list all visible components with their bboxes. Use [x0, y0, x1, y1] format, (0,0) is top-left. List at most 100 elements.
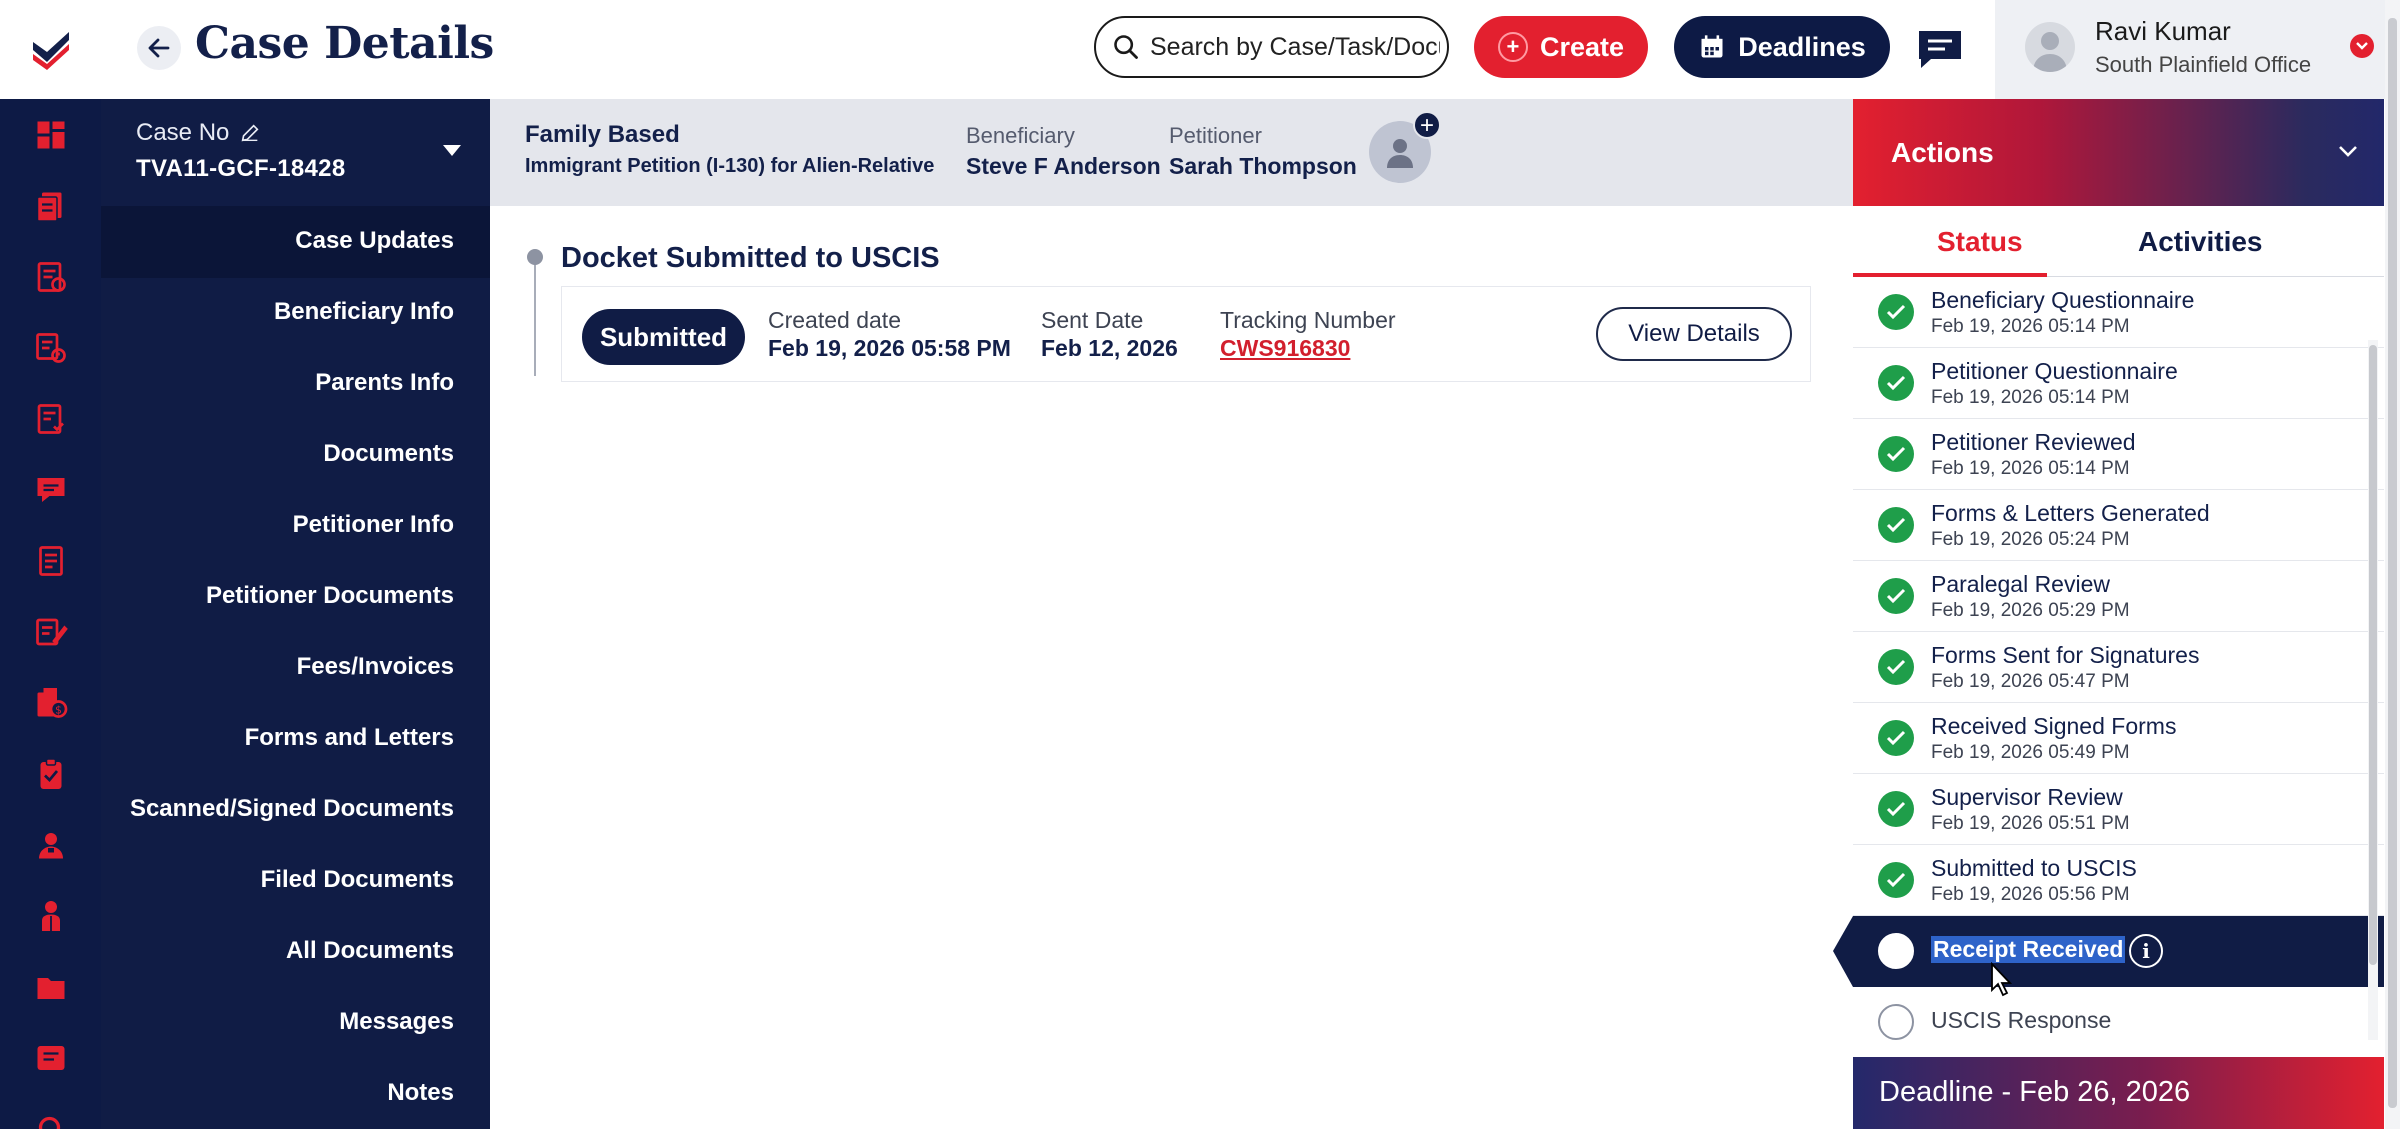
chevron-down-icon[interactable] — [2350, 34, 2374, 58]
status-step[interactable]: Submitted to USCIS Feb 19, 2026 05:56 PM — [1853, 845, 2384, 916]
status-step-date: Feb 19, 2026 05:49 PM — [1931, 742, 2130, 763]
check-circle-icon — [1878, 507, 1914, 543]
status-step[interactable]: Received Signed Forms Feb 19, 2026 05:49… — [1853, 703, 2384, 774]
clipboard-icon[interactable] — [0, 738, 101, 809]
app-logo[interactable] — [0, 0, 101, 99]
forms-icon[interactable] — [0, 596, 101, 667]
create-button[interactable]: + Create — [1474, 16, 1648, 78]
case-form: Immigrant Petition (I-130) for Alien-Rel… — [525, 155, 935, 177]
nav-item-filed-documents[interactable]: Filed Documents — [261, 866, 454, 894]
chevron-down-icon[interactable] — [2337, 143, 2359, 159]
status-step-title: USCIS Response — [1931, 1007, 2112, 1033]
caret-down-icon[interactable] — [443, 145, 461, 156]
search-icon[interactable] — [0, 1093, 101, 1129]
timeline-line — [534, 256, 536, 376]
tab-activities[interactable]: Activities — [2138, 226, 2263, 258]
top-header: Case Details + Create Deadlines Ravi Kum… — [101, 0, 2400, 99]
person-icon — [1387, 139, 1413, 168]
tracking-number-link[interactable]: CWS916830 — [1220, 335, 1350, 362]
nav-item-petitioner-documents[interactable]: Petitioner Documents — [206, 582, 454, 610]
nav-item-petitioner-info[interactable]: Petitioner Info — [293, 511, 454, 539]
case-no-label-wrap: Case No — [136, 119, 261, 147]
status-step[interactable]: Beneficiary Questionnaire Feb 19, 2026 0… — [1853, 277, 2384, 348]
status-step[interactable]: Petitioner Questionnaire Feb 19, 2026 05… — [1853, 348, 2384, 419]
nav-item-fees-invoices[interactable]: Fees/Invoices — [297, 653, 454, 681]
search-input[interactable] — [1150, 32, 1440, 62]
deadline-text: Deadline - Feb 26, 2026 — [1879, 1076, 2191, 1108]
cases-icon[interactable] — [0, 170, 101, 241]
nav-item-forms-and-letters[interactable]: Forms and Letters — [245, 724, 454, 752]
dashboard-icon[interactable] — [0, 99, 101, 170]
edit-icon[interactable] — [239, 122, 261, 144]
view-details-button[interactable]: View Details — [1596, 307, 1792, 361]
nav-item-case-updates[interactable]: Case Updates — [295, 227, 454, 255]
deadlines-label: Deadlines — [1738, 31, 1866, 62]
nav-item-messages[interactable]: Messages — [339, 1008, 454, 1036]
nav-item-scanned-signed-documents[interactable]: Scanned/Signed Documents — [130, 795, 454, 823]
docket-title: Docket Submitted to USCIS — [561, 242, 940, 274]
nav-item-notes[interactable]: Notes — [387, 1079, 454, 1107]
status-step-title: Submitted to USCIS — [1931, 855, 2137, 881]
deadlines-button[interactable]: Deadlines — [1674, 16, 1890, 78]
plus-icon: + — [1413, 111, 1441, 139]
check-circle-icon — [1878, 862, 1914, 898]
info-icon[interactable]: i — [2129, 934, 2163, 968]
tasks-icon[interactable] — [0, 312, 101, 383]
chat-button[interactable] — [1914, 26, 1966, 72]
status-step-title: Supervisor Review — [1931, 784, 2123, 810]
status-step[interactable]: Petitioner Reviewed Feb 19, 2026 05:14 P… — [1853, 419, 2384, 490]
status-step[interactable]: Forms Sent for Signatures Feb 19, 2026 0… — [1853, 632, 2384, 703]
avatar — [2025, 22, 2075, 72]
empty-circle-icon — [1878, 1004, 1914, 1040]
icon-rail: $ — [0, 0, 101, 1129]
user-menu[interactable]: Ravi Kumar South Plainfield Office — [1995, 0, 2400, 99]
case-updates-panel: Docket Submitted to USCIS Submitted Crea… — [490, 206, 1853, 1129]
person-icon[interactable] — [0, 880, 101, 951]
case-type: Family Based — [525, 121, 680, 148]
add-contact-button[interactable]: + — [1369, 111, 1441, 183]
status-step[interactable]: Paralegal Review Feb 19, 2026 05:29 PM — [1853, 561, 2384, 632]
empty-circle-icon — [1878, 933, 1914, 969]
user-icon[interactable] — [0, 809, 101, 880]
status-step[interactable]: Supervisor Review Feb 19, 2026 05:51 PM — [1853, 774, 2384, 845]
petitioner-name: Sarah Thompson — [1169, 153, 1357, 179]
status-badge: Submitted — [582, 309, 745, 365]
user-avatar-icon — [2033, 32, 2067, 72]
back-button[interactable] — [137, 26, 181, 70]
nav-item-parents-info[interactable]: Parents Info — [315, 369, 454, 397]
tab-status[interactable]: Status — [1937, 226, 2023, 258]
sent-date-value: Feb 12, 2026 — [1041, 335, 1178, 361]
notes-icon[interactable] — [0, 1022, 101, 1093]
tracking-number-label: Tracking Number — [1220, 307, 1396, 333]
status-scrollbar-thumb[interactable] — [2369, 345, 2377, 965]
global-search[interactable] — [1094, 16, 1449, 78]
case-list-icon[interactable] — [0, 241, 101, 312]
check-circle-icon — [1878, 365, 1914, 401]
case-number: TVA11-GCF-18428 — [136, 155, 346, 182]
actions-title: Actions — [1891, 137, 1994, 168]
status-step[interactable]: Forms & Letters Generated Feb 19, 2026 0… — [1853, 490, 2384, 561]
case-no-label: Case No — [136, 119, 230, 146]
status-steps-list: Beneficiary Questionnaire Feb 19, 2026 0… — [1833, 277, 2384, 1058]
check-circle-icon — [1878, 436, 1914, 472]
messages-icon[interactable] — [0, 454, 101, 525]
create-label: Create — [1539, 31, 1625, 62]
case-selector[interactable]: Case No TVA11-GCF-18428 — [101, 99, 490, 206]
current-step-pointer — [1833, 916, 1853, 987]
status-step[interactable]: USCIS Response — [1853, 987, 2384, 1058]
petitioner-label: Petitioner — [1169, 123, 1262, 148]
actions-header[interactable]: Actions — [1853, 99, 2384, 206]
status-step-title: Forms Sent for Signatures — [1931, 642, 2200, 668]
documents-icon[interactable] — [0, 525, 101, 596]
status-step-current[interactable]: Receipt Received i — [1833, 916, 2384, 987]
beneficiary-name: Steve F Anderson — [966, 153, 1161, 179]
status-step-date: Feb 19, 2026 05:29 PM — [1931, 600, 2130, 621]
nav-item-documents[interactable]: Documents — [323, 440, 454, 468]
folder-icon[interactable] — [0, 951, 101, 1022]
page-title: Case Details — [195, 18, 494, 69]
page-scrollbar-thumb[interactable] — [2388, 18, 2397, 1108]
nav-item-all-documents[interactable]: All Documents — [286, 937, 454, 965]
nav-item-beneficiary-info[interactable]: Beneficiary Info — [274, 298, 454, 326]
reports-icon[interactable] — [0, 383, 101, 454]
billing-icon[interactable]: $ — [0, 667, 101, 738]
